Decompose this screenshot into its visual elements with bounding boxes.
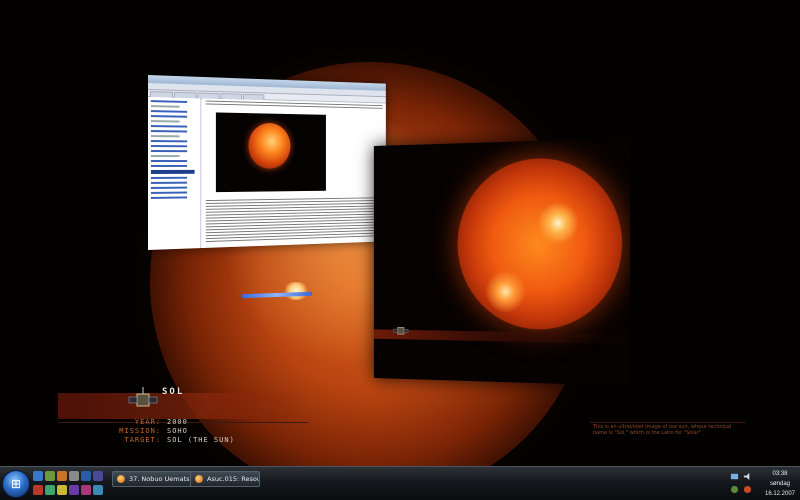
quicklaunch-switch-windows-icon[interactable] [45, 471, 55, 481]
quicklaunch-app5-icon[interactable] [69, 485, 79, 495]
clock-time: 03:38 [772, 471, 788, 477]
firefox-icon [195, 475, 203, 483]
embedded-sun-image [248, 122, 291, 169]
mission-info: YEAR: 2000 MISSION: SOHO TARGET: SOL (THE S… [95, 418, 235, 445]
clock-day: søndag [769, 481, 790, 487]
browser-content [202, 98, 386, 249]
start-button[interactable]: ⊞ [2, 470, 30, 498]
quicklaunch-firefox-icon[interactable] [57, 471, 67, 481]
network-icon[interactable] [730, 472, 739, 481]
wallpaper-caption: This is an ultraviolet image of our sun,… [593, 424, 732, 436]
flip3d-browser-window[interactable] [148, 75, 386, 250]
flip3d-sol-window[interactable] [373, 138, 630, 386]
quicklaunch-app4-icon[interactable] [57, 485, 67, 495]
quicklaunch-app-icon[interactable] [69, 471, 79, 481]
quicklaunch-app7-icon[interactable] [93, 485, 103, 495]
embedded-screenshot [215, 112, 326, 193]
sun-image [457, 156, 623, 331]
soho-probe-icon [128, 387, 158, 407]
quicklaunch-ie-icon[interactable] [81, 471, 91, 481]
taskbar: ⊞ 37. Nobuo Uematsu - ... Asuc.015: Reso… [0, 466, 800, 500]
browser-sidebar [148, 97, 202, 250]
sol-window-band [373, 329, 630, 344]
desktop[interactable]: SOL YEAR: 2000 MISSION: SOHO TARGET: SOL (T… [0, 0, 800, 500]
mission-row-target: TARGET: SOL (THE SUN) [124, 436, 235, 444]
mission-row-year: YEAR: 2000 [134, 418, 188, 426]
tray-app2-icon[interactable] [743, 485, 752, 494]
taskbar-window-button-browser[interactable]: Asuc.015: Resource ... [190, 471, 260, 487]
quicklaunch-app3-icon[interactable] [45, 485, 55, 495]
soho-probe-small-icon [393, 322, 409, 339]
mission-row-mission: MISSION: SOHO [119, 427, 188, 435]
taskbar-window-label: Asuc.015: Resource ... [207, 475, 259, 483]
quicklaunch-media-icon[interactable] [93, 471, 103, 481]
quicklaunch-app2-icon[interactable] [33, 485, 43, 495]
system-clock[interactable]: 03:38 søndag 16.12.2007 [762, 469, 798, 499]
windows-logo-icon: ⊞ [10, 477, 22, 491]
media-player-icon [117, 475, 125, 483]
tray-app-icon[interactable] [730, 485, 739, 494]
wallpaper-title: SOL [162, 387, 185, 397]
clock-date: 16.12.2007 [764, 491, 796, 497]
wallpaper-divider-right [590, 422, 745, 423]
volume-icon[interactable] [743, 472, 752, 481]
quicklaunch-show-desktop-icon[interactable] [33, 471, 43, 481]
quicklaunch-app6-icon[interactable] [81, 485, 91, 495]
